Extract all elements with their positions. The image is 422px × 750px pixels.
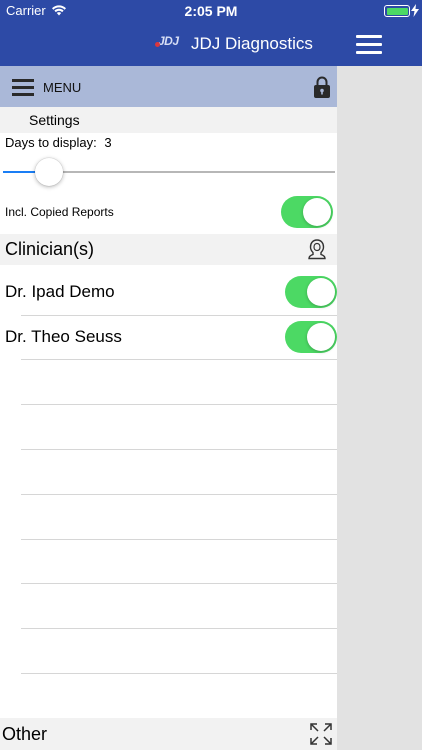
charging-icon (411, 4, 419, 17)
clinician-icon[interactable] (307, 238, 327, 260)
header-hamburger-icon[interactable] (356, 33, 382, 55)
top-bar: Carrier 2:05 PM JDJ JDJ Diagnostics (0, 0, 422, 66)
menu-label: MENU (43, 80, 82, 95)
settings-label: Settings (29, 112, 80, 128)
logo-text: JDJ (158, 34, 179, 48)
row-divider (21, 583, 337, 584)
days-slider[interactable] (3, 158, 335, 186)
clinician-name: Dr. Theo Seuss (5, 327, 122, 346)
toggle-knob (307, 323, 335, 351)
clinician-row[interactable]: Dr. Ipad Demo (0, 270, 337, 314)
days-label-text: Days to display: (5, 135, 97, 150)
days-to-display-label: Days to display: 3 (5, 135, 112, 150)
jdj-logo: JDJ (155, 34, 184, 52)
clinician-toggle[interactable] (285, 276, 337, 308)
side-menu-panel: MENU Settings Days to display: 3 Incl. C… (0, 66, 337, 750)
days-value: 3 (104, 135, 112, 150)
row-divider (21, 673, 337, 674)
clock: 2:05 PM (184, 3, 238, 19)
status-bar: Carrier 2:05 PM (0, 0, 422, 22)
slider-thumb[interactable] (35, 158, 64, 186)
clinician-row[interactable]: Dr. Theo Seuss (0, 315, 337, 359)
clinicians-section-header: Clinician(s) (0, 234, 337, 265)
other-section-header: Other (0, 718, 337, 750)
app-title: JDJ Diagnostics (191, 34, 313, 53)
row-divider (21, 359, 337, 360)
row-divider (21, 404, 337, 405)
hamburger-icon[interactable] (12, 78, 34, 96)
clinician-toggle[interactable] (285, 321, 337, 353)
expand-icon[interactable] (310, 723, 332, 745)
menu-bar[interactable]: MENU (0, 66, 337, 107)
other-label: Other (2, 724, 48, 744)
row-divider (21, 494, 337, 495)
copied-reports-label: Incl. Copied Reports (5, 205, 114, 219)
copied-reports-toggle[interactable] (281, 196, 333, 228)
toggle-knob (303, 198, 331, 226)
content-area (337, 66, 422, 750)
app-header: JDJ JDJ Diagnostics (0, 22, 422, 66)
settings-section-header: Settings (0, 107, 337, 133)
row-divider (21, 539, 337, 540)
row-divider (21, 449, 337, 450)
toggle-knob (307, 278, 335, 306)
battery-icon (384, 5, 410, 17)
clinicians-label: Clinician(s) (5, 239, 95, 259)
clinician-name: Dr. Ipad Demo (5, 282, 115, 301)
row-divider (21, 628, 337, 629)
lock-icon[interactable] (313, 75, 331, 99)
